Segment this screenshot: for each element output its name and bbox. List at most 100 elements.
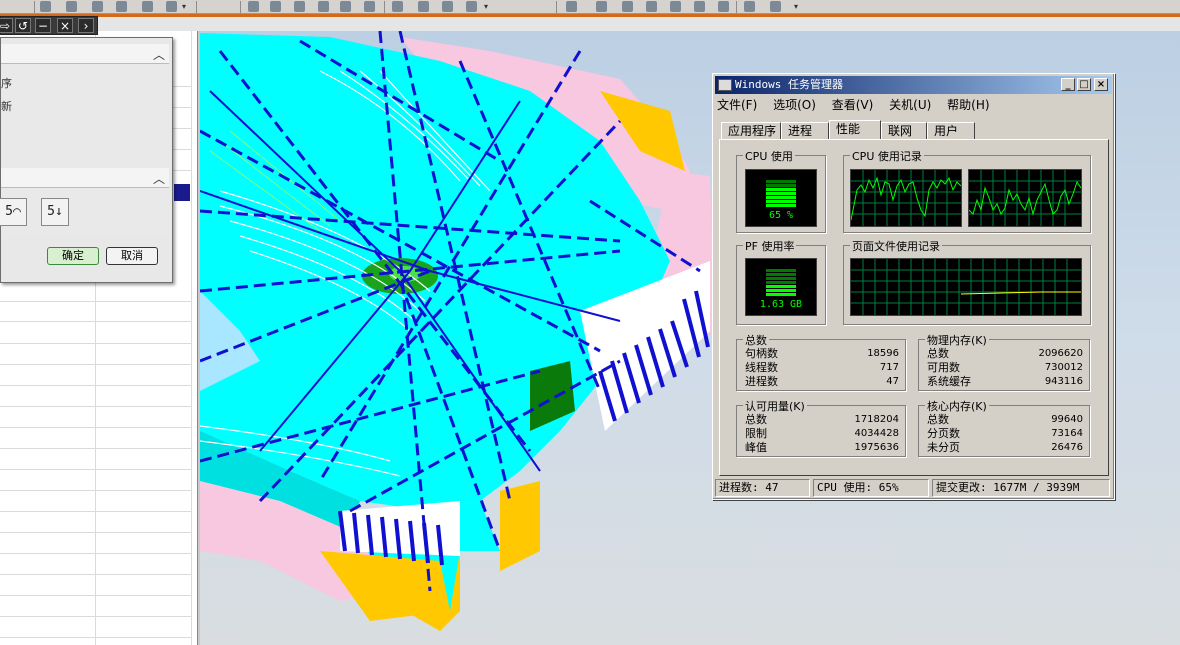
stat-value: 730012 [1044, 362, 1083, 373]
grid-row-line [0, 637, 192, 638]
cpu-usage-meter: 65 % [745, 169, 817, 227]
close-icon[interactable]: × [57, 18, 73, 33]
tab-performance[interactable]: 性能 [829, 120, 881, 140]
tab-processes[interactable]: 进程 [781, 122, 829, 140]
minimize-icon[interactable]: − [35, 18, 51, 33]
cpu-history-graph-core1 [850, 169, 962, 227]
toolbar-tool-icon[interactable] [670, 1, 681, 12]
toolbar-tool-icon[interactable] [392, 1, 403, 12]
menu-options[interactable]: 选项(O) [773, 96, 816, 113]
stat-kernel-nonpaged: 未分页 26476 [927, 441, 1083, 454]
toolbar-tool-icon[interactable] [646, 1, 657, 12]
selected-row-highlight[interactable] [174, 184, 190, 201]
kernel-memory-group: 核心内存(K) 总数 99640 分页数 73164 未分页 26476 [918, 398, 1090, 457]
undo-icon[interactable]: ↺ [15, 18, 31, 33]
tab-users[interactable]: 用户 [927, 122, 975, 140]
toolbar-tool-icon[interactable] [694, 1, 705, 12]
group-body: 序 新 [1, 65, 169, 168]
meter-bar [766, 196, 796, 199]
toolbar-tool-icon[interactable] [566, 1, 577, 12]
toolbar-separator [240, 1, 241, 13]
meter-bar [766, 285, 796, 288]
chevron-right-icon[interactable]: › [78, 18, 94, 33]
grid-row-line [0, 553, 192, 554]
grid-row-line [0, 448, 192, 449]
task-manager-window: Windows 任务管理器 _ □ × 文件(F) 选项(O) 查看(V) 关机… [712, 73, 1115, 500]
stat-key: 总数 [745, 413, 767, 426]
toolbar-tool-icon[interactable] [142, 1, 153, 12]
pf-usage-group: PF 使用率 1.63 GB [736, 238, 826, 325]
toolbar-tool-icon[interactable] [40, 1, 51, 12]
stat-system-cache: 系统缓存 943116 [927, 375, 1083, 388]
menu-shutdown[interactable]: 关机(U) [889, 96, 931, 113]
cancel-button[interactable]: 取消 [106, 247, 158, 265]
close-button[interactable]: × [1094, 78, 1108, 91]
stat-commit-limit: 限制 4034428 [745, 427, 899, 440]
stat-value: 4034428 [854, 428, 899, 439]
grid-row-line [0, 301, 192, 302]
meter-bar [766, 289, 796, 292]
reorder-icon[interactable]: 5↓ [41, 198, 69, 226]
stat-processes: 进程数 47 [745, 375, 899, 388]
ok-button[interactable]: 确定 [47, 247, 99, 265]
minimize-button[interactable]: _ [1061, 78, 1075, 91]
grid-row-line [0, 532, 192, 533]
chevron-down-icon[interactable]: ▾ [484, 2, 488, 11]
sequence-icon[interactable]: 5⌒ [0, 198, 27, 226]
toolbar-tool-icon[interactable] [466, 1, 477, 12]
stat-physical-total: 总数 2096620 [927, 347, 1083, 360]
toolbar-tool-icon[interactable] [116, 1, 127, 12]
toolbar-tool-icon[interactable] [166, 1, 177, 12]
toolbar-tool-icon[interactable] [622, 1, 633, 12]
tab-networking[interactable]: 联网 [881, 122, 927, 140]
toolbar-tool-icon[interactable] [270, 1, 281, 12]
menu-file[interactable]: 文件(F) [717, 96, 757, 113]
forward-icon[interactable]: ⇨ [0, 18, 13, 33]
toolbar-tool-icon[interactable] [596, 1, 607, 12]
toolbar-tool-icon[interactable] [364, 1, 375, 12]
stat-value: 1718204 [854, 414, 899, 425]
toolbar-separator [384, 1, 385, 13]
cpu-usage-value: 65 % [768, 210, 794, 221]
toolbar-tool-icon[interactable] [294, 1, 305, 12]
stat-threads: 线程数 717 [745, 361, 899, 374]
toolbar-tool-icon[interactable] [92, 1, 103, 12]
cpu-usage-label: CPU 使用 [743, 148, 795, 164]
chevron-down-icon[interactable]: ▾ [794, 2, 798, 11]
toolbar-separator [556, 1, 557, 13]
tab-applications[interactable]: 应用程序 [721, 122, 781, 140]
physical-memory-group: 物理内存(K) 总数 2096620 可用数 730012 系统缓存 943116 [918, 332, 1090, 391]
cad-toolbar: ▾ ▾ ▾ [0, 0, 1180, 14]
toolbar-tool-icon[interactable] [718, 1, 729, 12]
totals-group: 总数 句柄数 18596 线程数 717 进程数 47 [736, 332, 906, 391]
menu-view[interactable]: 查看(V) [832, 96, 874, 113]
performance-panel: CPU 使用 65 % CPU 使用记录 PF 使用率 1.63 GB 页面文件… [719, 139, 1109, 476]
chevron-up-icon[interactable]: ︿ [153, 170, 165, 187]
grid-row-line [0, 364, 192, 365]
stat-value: 943116 [1044, 376, 1083, 387]
chevron-down-icon[interactable]: ▾ [182, 2, 186, 11]
toolbar-tool-icon[interactable] [770, 1, 781, 12]
totals-title: 总数 [743, 332, 769, 348]
command-finder-strip: ⇨ ↺ − × › [0, 16, 98, 35]
meter-bar [766, 273, 796, 276]
stat-key: 进程数 [745, 375, 778, 388]
dialog-item-label: 序 [1, 77, 12, 90]
menu-help[interactable]: 帮助(H) [947, 96, 989, 113]
group-header[interactable]: ︿ [1, 168, 169, 188]
group-header[interactable]: ︿ [1, 44, 169, 64]
title-bar[interactable]: Windows 任务管理器 _ □ × [715, 76, 1112, 94]
meter-bar [766, 184, 796, 187]
toolbar-tool-icon[interactable] [744, 1, 755, 12]
toolbar-tool-icon[interactable] [66, 1, 77, 12]
toolbar-tool-icon[interactable] [418, 1, 429, 12]
operation-dialog: ︿ 序 新 ︿ 5⌒ 5↓ 确定 取消 [0, 37, 173, 283]
toolbar-tool-icon[interactable] [442, 1, 453, 12]
maximize-button[interactable]: □ [1077, 78, 1091, 91]
pf-history-label: 页面文件使用记录 [850, 238, 942, 254]
toolbar-tool-icon[interactable] [248, 1, 259, 12]
chevron-up-icon[interactable]: ︿ [153, 46, 165, 63]
toolbar-tool-icon[interactable] [340, 1, 351, 12]
stat-value: 26476 [1051, 442, 1083, 453]
toolbar-tool-icon[interactable] [318, 1, 329, 12]
